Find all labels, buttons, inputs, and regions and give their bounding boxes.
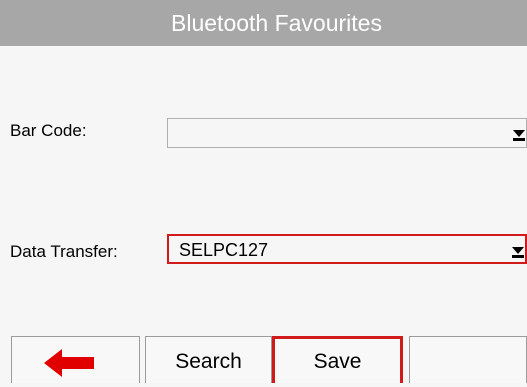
search-button-label: Search	[175, 350, 242, 373]
data-transfer-value: SELPC127	[179, 240, 269, 260]
barcode-label: Bar Code:	[10, 121, 87, 140]
save-button-label: Save	[313, 350, 362, 373]
barcode-dropdown[interactable]	[167, 118, 527, 148]
back-button[interactable]	[11, 336, 140, 383]
left-arrow-icon	[44, 349, 94, 377]
title-bar: Bluetooth Favourites	[0, 0, 527, 46]
window-title: Bluetooth Favourites	[171, 10, 382, 36]
data-transfer-dropdown[interactable]: SELPC127	[167, 234, 527, 264]
dropdown-arrow-icon[interactable]	[512, 119, 526, 147]
dropdown-arrow-icon[interactable]	[511, 236, 525, 262]
data-transfer-label: Data Transfer:	[10, 242, 118, 261]
save-button[interactable]: Save	[272, 336, 403, 383]
extra-button[interactable]	[409, 336, 527, 383]
search-button[interactable]: Search	[145, 336, 272, 383]
